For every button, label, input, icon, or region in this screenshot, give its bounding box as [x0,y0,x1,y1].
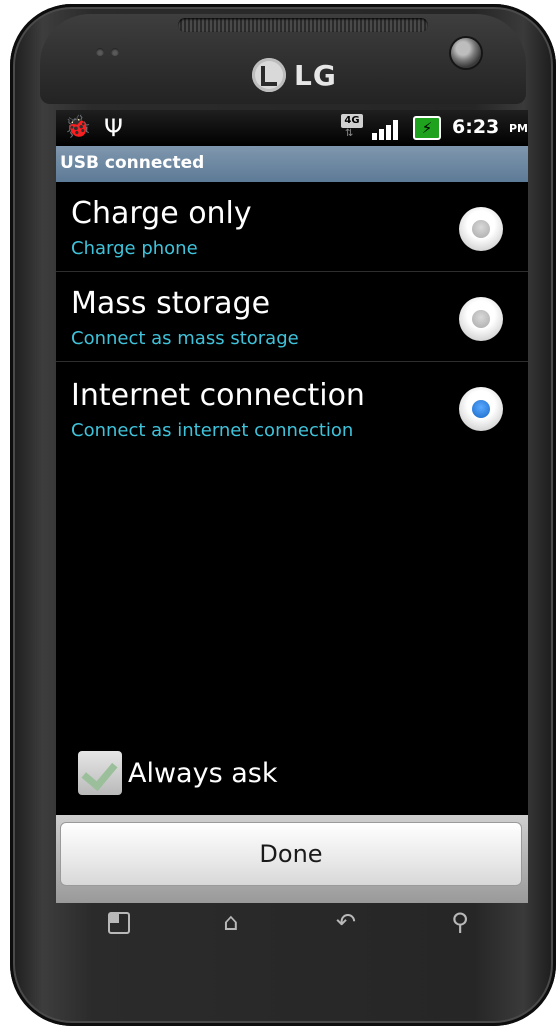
lg-logo-icon [252,58,286,92]
option-title: Mass storage [71,286,271,321]
checkmark-icon [81,753,118,792]
status-time: 6:23 [452,116,500,138]
option-subtitle: Connect as internet connection [71,420,354,441]
earpiece-speaker [178,18,428,32]
option-internet-connection[interactable]: Internet connection Connect as internet … [56,362,528,451]
radio-internet-connection[interactable] [459,387,503,431]
always-ask-label: Always ask [128,757,278,789]
home-icon[interactable]: ⌂ [211,908,251,936]
debug-bug-icon: 🐞 [64,115,92,140]
brand-logo: LG [252,56,337,94]
battery-charging-icon: ⚡ [413,116,441,140]
menu-icon[interactable] [99,908,139,938]
usb-icon: Ψ [104,114,123,142]
signal-icon [372,118,404,140]
status-ampm: PM [509,122,528,135]
option-charge-only[interactable]: Charge only Charge phone [56,182,528,272]
front-camera [451,38,481,68]
dialog-title-bar: USB connected [56,146,528,182]
back-icon[interactable]: ↶ [326,908,366,936]
option-title: Charge only [71,196,252,231]
option-subtitle: Connect as mass storage [71,328,299,349]
option-mass-storage[interactable]: Mass storage Connect as mass storage [56,272,528,362]
radio-charge-only[interactable] [459,207,503,251]
light-sensor [111,48,119,56]
search-icon[interactable]: ⚲ [440,908,480,936]
button-bar: Done [56,815,528,903]
radio-mass-storage[interactable] [459,297,503,341]
done-button[interactable]: Done [60,822,522,886]
status-bar: 🐞 Ψ 4G ⇅ ⚡ 6:23 PM [56,110,528,146]
phone-screen: 🐞 Ψ 4G ⇅ ⚡ 6:23 PM USB connected Charge … [56,110,528,903]
data-activity-icon: ⇅ [345,128,354,139]
dialog-title: USB connected [60,153,205,173]
brand-name: LG [294,58,337,92]
always-ask-checkbox[interactable] [78,751,122,795]
always-ask-row[interactable]: Always ask [78,750,277,796]
option-title: Internet connection [71,378,365,413]
proximity-sensor [96,48,104,56]
4g-data-icon: 4G [341,114,363,128]
option-subtitle: Charge phone [71,238,198,259]
